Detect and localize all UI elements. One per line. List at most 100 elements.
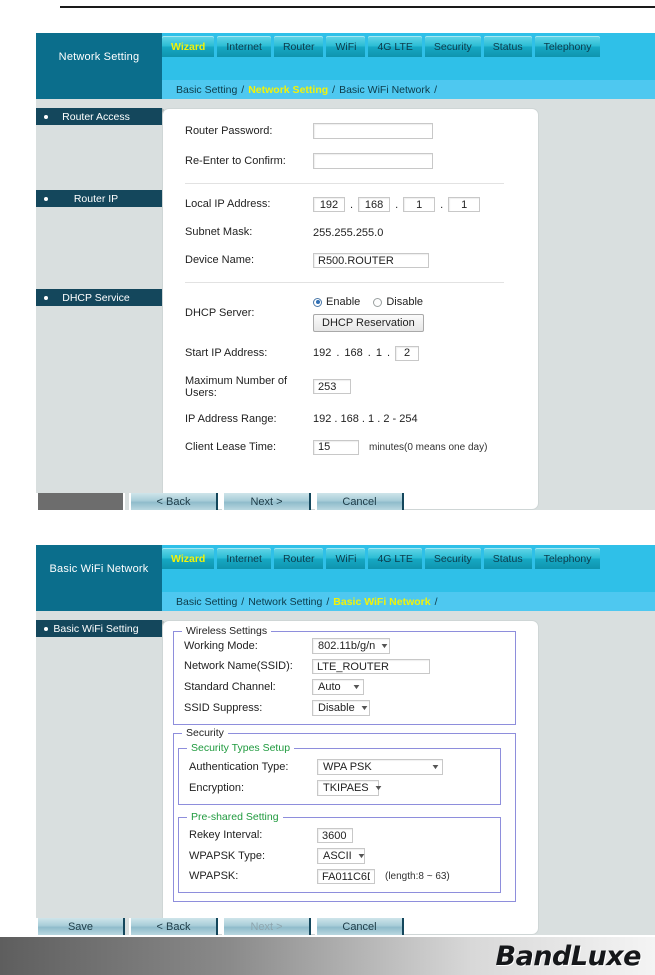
tab-telephony[interactable]: Telephony — [534, 36, 601, 57]
client-lease-time-input[interactable] — [313, 439, 359, 455]
start-ip-octet-4-input[interactable] — [395, 345, 420, 361]
local-ip-octet-1[interactable] — [313, 197, 345, 212]
panel-header: Network Setting Wizard Internet Router W… — [36, 33, 655, 80]
tab-security[interactable]: Security — [424, 36, 481, 57]
ip-dot: . — [336, 347, 340, 359]
tab-wizard[interactable]: Wizard — [162, 548, 215, 569]
radio-on-icon — [313, 297, 322, 307]
tab-security[interactable]: Security — [424, 548, 481, 569]
tab-status[interactable]: Status — [483, 36, 532, 57]
device-name-label: Device Name: — [185, 254, 255, 266]
section-divider — [185, 282, 504, 283]
reenter-confirm-input[interactable] — [313, 153, 433, 169]
router-password-label: Router Password: — [185, 124, 273, 137]
wpapsk-input[interactable] — [317, 869, 375, 884]
sidebar-item-router-ip[interactable]: Router IP — [36, 190, 171, 207]
dhcp-server-label: DHCP Server: — [185, 307, 255, 320]
authentication-type-select[interactable]: WPA PSK ▼ — [317, 759, 443, 775]
ssid-suppress-select[interactable]: Disable ▼ — [312, 700, 370, 716]
max-users-input[interactable] — [313, 379, 351, 394]
breadcrumb-separator: / — [326, 595, 330, 608]
tab-wifi[interactable]: WiFi — [326, 36, 366, 57]
encryption-select[interactable]: TKIPAES ▼ — [317, 780, 383, 796]
back-button[interactable]: < Back — [129, 493, 218, 510]
dhcp-enable-radio[interactable]: Enable — [313, 296, 360, 308]
page-title: Network Setting — [36, 33, 162, 80]
chevron-down-icon: ▼ — [356, 852, 367, 860]
sidebar: Basic WiFi Setting — [36, 620, 171, 935]
wpapsk-type-select[interactable]: ASCII ▼ — [317, 848, 367, 864]
cancel-button[interactable]: Cancel — [315, 493, 404, 510]
tab-status[interactable]: Status — [483, 548, 532, 569]
local-ip-label: Local IP Address: — [185, 198, 271, 210]
local-ip-octet-4[interactable] — [448, 197, 481, 212]
tab-internet[interactable]: Internet — [217, 36, 271, 57]
panel-body: Basic WiFi Setting Wireless Settings Wor… — [36, 611, 655, 935]
breadcrumb-item-basic-wifi-network[interactable]: Basic WiFi Network — [339, 84, 430, 96]
breadcrumb-item-network-setting[interactable]: Network Setting — [248, 84, 328, 96]
tab-4g-lte[interactable]: 4G LTE — [368, 36, 422, 57]
sidebar-item-router-access[interactable]: Router Access — [36, 108, 171, 125]
next-button[interactable]: Next > — [222, 493, 311, 510]
breadcrumb-bar: Basic Setting / Network Setting / Basic … — [36, 592, 655, 611]
wireless-settings-group: Wireless Settings Working Mode: 802.11b/… — [173, 625, 516, 725]
chevron-down-icon: ▼ — [373, 784, 383, 792]
tab-router[interactable]: Router — [273, 36, 324, 57]
sidebar-item-dhcp-service[interactable]: DHCP Service — [36, 289, 171, 306]
working-mode-value: 802.11b/g/n — [318, 640, 376, 652]
radio-off-icon — [373, 297, 383, 307]
breadcrumb-item-basic-wifi-network[interactable]: Basic WiFi Network — [333, 596, 430, 608]
main-tabbar: Wizard Internet Router WiFi 4G LTE Secur… — [162, 33, 655, 80]
tab-internet[interactable]: Internet — [217, 548, 271, 569]
tab-4g-lte[interactable]: 4G LTE — [368, 548, 422, 569]
breadcrumb-item-network-setting[interactable]: Network Setting — [248, 596, 322, 608]
cancel-button[interactable]: Cancel — [315, 918, 404, 935]
start-ip-octet-3: 1 — [375, 347, 382, 359]
working-mode-select[interactable]: 802.11b/g/n ▼ — [312, 638, 390, 654]
page-title: Basic WiFi Network — [36, 545, 162, 592]
breadcrumb-separator: / — [434, 83, 438, 96]
ip-dot: . — [350, 198, 354, 211]
device-name-input[interactable] — [313, 253, 429, 268]
sidebar-item-label: Basic WiFi Setting — [53, 622, 139, 635]
save-button[interactable]: Save — [36, 918, 125, 935]
breadcrumb-item-basic-setting[interactable]: Basic Setting — [176, 84, 237, 96]
bullet-icon — [44, 295, 48, 300]
dhcp-reservation-button[interactable]: DHCP Reservation — [313, 313, 424, 332]
ssid-input[interactable] — [312, 659, 430, 674]
wpapsk-label: WPAPSK: — [189, 870, 239, 882]
subnet-mask-label: Subnet Mask: — [185, 226, 253, 238]
back-button[interactable]: < Back — [129, 918, 218, 935]
brand-footer: BandLuxe — [0, 937, 655, 975]
dhcp-disable-radio[interactable]: Disable — [373, 296, 423, 308]
tab-telephony[interactable]: Telephony — [534, 548, 601, 569]
chevron-down-icon: ▼ — [359, 704, 370, 712]
panel-body: Router Access Router IP DHCP Service Rou… — [36, 99, 655, 510]
standard-channel-select[interactable]: Auto ▼ — [312, 679, 364, 695]
breadcrumb-separator: / — [332, 83, 336, 96]
ip-range-value: 192 . 168 . 1 . 2 - 254 — [313, 413, 418, 425]
breadcrumb-item-basic-setting[interactable]: Basic Setting — [176, 596, 237, 608]
network-setting-panel: Network Setting Wizard Internet Router W… — [36, 33, 655, 510]
rekey-interval-input[interactable] — [317, 828, 353, 843]
row-dhcp-server: DHCP Server: Enable Disable DHCP Reserva… — [185, 296, 538, 332]
tab-wizard[interactable]: Wizard — [162, 36, 215, 57]
dhcp-disable-label: Disable — [386, 296, 424, 308]
local-ip-octet-2[interactable] — [358, 197, 391, 212]
bullet-icon — [44, 196, 48, 201]
router-password-input[interactable] — [313, 123, 433, 139]
wifi-form: Wireless Settings Working Mode: 802.11b/… — [163, 621, 538, 902]
tab-wifi[interactable]: WiFi — [326, 548, 366, 569]
local-ip-octet-3[interactable] — [403, 197, 436, 212]
reenter-confirm-label: Re-Enter to Confirm: — [185, 154, 286, 167]
row-wpapsk-type: WPAPSK Type: ASCII ▼ — [189, 848, 500, 864]
security-types-setup-legend: Security Types Setup — [187, 742, 295, 754]
encryption-label: Encryption: — [189, 781, 245, 794]
tab-router[interactable]: Router — [273, 548, 324, 569]
chevron-down-icon: ▼ — [351, 683, 362, 691]
sidebar-item-basic-wifi-setting[interactable]: Basic WiFi Setting — [36, 620, 171, 637]
row-max-users: Maximum Number of Users: — [185, 375, 538, 399]
row-standard-channel: Standard Channel: Auto ▼ — [184, 679, 515, 695]
ip-dot: . — [367, 347, 371, 359]
